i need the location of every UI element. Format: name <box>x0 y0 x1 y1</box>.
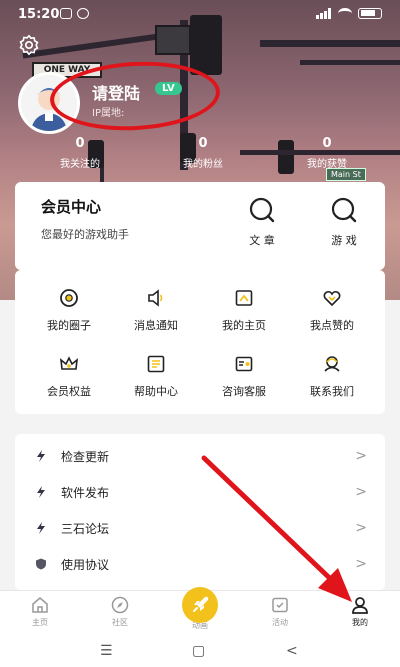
notification-icon <box>60 8 72 19</box>
grid-label: 消息通知 <box>134 319 178 332</box>
nav-community[interactable]: 社区 <box>90 596 150 628</box>
nav-label: 活动 <box>272 618 288 627</box>
stat-label: 我关注的 <box>60 159 100 170</box>
settings-icon[interactable] <box>18 34 40 56</box>
list-label: 软件发布 <box>61 486 110 500</box>
circle-icon <box>60 289 78 307</box>
bottom-navigation: 主页 社区 动画 活动 我的 <box>0 587 400 636</box>
service-icon <box>235 356 253 372</box>
grid-item-member-benefits[interactable]: 会员权益 <box>31 354 107 399</box>
articles-button[interactable]: 文 章 <box>237 196 287 248</box>
grid-label: 咨询客服 <box>222 385 266 398</box>
stat-label: 我的获赞 <box>307 159 347 170</box>
home-icon <box>32 597 48 613</box>
grid-item-customer-service[interactable]: 咨询客服 <box>206 354 282 399</box>
grid-item-help-center[interactable]: 帮助中心 <box>118 354 194 399</box>
stat-following[interactable]: 0 我关注的 <box>40 136 120 170</box>
grid-label: 联系我们 <box>310 385 354 398</box>
user-icon <box>352 597 368 614</box>
stat-followers[interactable]: 0 我的粉丝 <box>163 136 243 170</box>
shield-icon <box>36 558 46 570</box>
nav-label: 社区 <box>112 618 128 627</box>
profile-stats: 0 我关注的 0 我的粉丝 0 我的获赞 <box>0 136 400 176</box>
grid-label: 我点赞的 <box>310 319 354 332</box>
grid-label: 我的圈子 <box>47 319 91 332</box>
homepage-icon <box>235 290 253 306</box>
grid-item-notifications[interactable]: 消息通知 <box>118 288 194 333</box>
back-icon[interactable]: < <box>286 643 298 659</box>
nav-mine[interactable]: 我的 <box>330 596 390 628</box>
notification-icons <box>60 8 89 19</box>
alarm-icon <box>77 8 89 19</box>
system-navigation-bar: ☰ ▢ < <box>0 636 400 667</box>
settings-list: 检查更新 > 软件发布 > 三石论坛 > 使用协议 > <box>15 434 385 590</box>
status-time: 15:20 <box>18 7 60 22</box>
chevron-right-icon: > <box>355 520 367 536</box>
heart-icon <box>323 290 341 307</box>
articles-label: 文 章 <box>249 234 275 247</box>
compass-icon <box>111 596 129 614</box>
nav-label: 主页 <box>32 618 48 627</box>
contact-icon <box>324 356 340 372</box>
help-icon <box>147 355 165 373</box>
stat-value: 0 <box>322 136 332 151</box>
member-center-card[interactable]: 会员中心 您最好的游戏助手 文 章 游 戏 <box>15 182 385 270</box>
rocket-icon <box>193 596 209 612</box>
search-icon <box>331 197 357 223</box>
menu-icon[interactable]: ☰ <box>100 643 113 659</box>
nav-activity[interactable]: 活动 <box>250 596 310 628</box>
chevron-right-icon: > <box>355 448 367 464</box>
grid-label: 帮助中心 <box>134 385 178 398</box>
rocket-button[interactable] <box>182 587 218 623</box>
lightning-icon <box>37 522 45 534</box>
status-bar: 15:20 <box>0 0 400 30</box>
speaker-icon <box>148 289 163 307</box>
chevron-right-icon: > <box>355 556 367 572</box>
list-label: 检查更新 <box>61 450 110 464</box>
list-item-user-agreement[interactable]: 使用协议 > <box>15 548 385 584</box>
grid-item-homepage[interactable]: 我的主页 <box>206 288 282 333</box>
crown-icon <box>59 356 79 370</box>
member-center-subtitle: 您最好的游戏助手 <box>41 228 129 241</box>
grid-item-my-circle[interactable]: 我的圈子 <box>31 288 107 333</box>
nav-animation[interactable]: 动画 <box>170 587 230 631</box>
stat-value: 0 <box>75 136 85 151</box>
grid-item-liked[interactable]: 我点赞的 <box>294 288 370 333</box>
stat-value: 0 <box>198 136 208 151</box>
nav-label: 我的 <box>352 618 368 627</box>
grid-label: 我的主页 <box>222 319 266 332</box>
stat-likes[interactable]: 0 我的获赞 <box>287 136 367 170</box>
stat-label: 我的粉丝 <box>183 159 223 170</box>
battery-icon <box>358 8 382 19</box>
list-label: 三石论坛 <box>61 522 110 536</box>
lightning-icon <box>37 450 45 462</box>
games-label: 游 戏 <box>331 234 357 247</box>
list-item-software-release[interactable]: 软件发布 > <box>15 476 385 512</box>
activity-icon <box>272 597 288 613</box>
search-icon <box>249 197 275 223</box>
list-item-check-update[interactable]: 检查更新 > <box>15 440 385 476</box>
chevron-right-icon: > <box>355 484 367 500</box>
function-grid: 我的圈子 消息通知 我的主页 我点赞的 会员权益 帮助中心 咨询客服 联系我们 <box>15 270 385 414</box>
list-item-forum[interactable]: 三石论坛 > <box>15 512 385 548</box>
lightning-icon <box>37 486 45 498</box>
grid-label: 会员权益 <box>47 385 91 398</box>
grid-item-contact-us[interactable]: 联系我们 <box>294 354 370 399</box>
member-center-title: 会员中心 <box>41 198 102 216</box>
wifi-icon <box>338 8 352 19</box>
home-square-icon[interactable]: ▢ <box>192 643 205 659</box>
nav-home[interactable]: 主页 <box>10 596 70 628</box>
list-label: 使用协议 <box>61 558 110 572</box>
signal-icon <box>316 8 332 19</box>
games-button[interactable]: 游 戏 <box>319 196 369 248</box>
